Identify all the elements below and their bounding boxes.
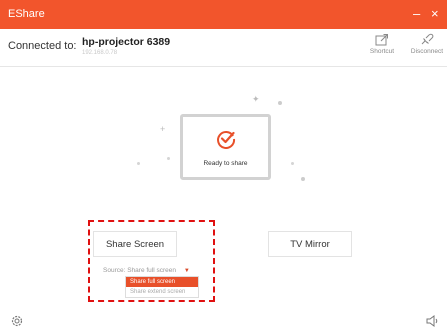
main-panel: ✦ + Ready to share Share Screen TV Mirro…	[0, 67, 447, 331]
device-ip: 192.168.0.78	[82, 50, 118, 56]
close-icon[interactable]: ×	[431, 5, 439, 23]
ready-text: Ready to share	[203, 160, 248, 167]
check-circle-icon	[216, 129, 236, 154]
disconnect-label: Disconnect	[410, 48, 444, 55]
annotation-highlight-box	[88, 220, 215, 302]
dot-decoration	[301, 177, 305, 181]
connected-label: Connected to:	[8, 40, 77, 52]
dot-decoration	[167, 157, 170, 160]
dot-decoration	[137, 162, 140, 165]
dot-decoration	[291, 162, 294, 165]
shortcut-icon	[375, 34, 388, 46]
disconnect-icon	[421, 33, 434, 45]
minimize-icon[interactable]: –	[413, 5, 420, 23]
device-name: hp-projector 6389	[82, 36, 171, 48]
shortcut-button[interactable]: Shortcut	[362, 33, 402, 63]
plus-decoration: +	[160, 124, 166, 134]
title-bar: EShare – ×	[0, 0, 447, 29]
shortcut-label: Shortcut	[369, 48, 395, 55]
dot-decoration	[278, 101, 282, 105]
sparkle-decoration: ✦	[252, 94, 260, 104]
app-title: EShare	[8, 8, 45, 20]
ready-screen-illustration: Ready to share	[180, 114, 271, 180]
connection-header: Connected to: hp-projector 6389 192.168.…	[0, 29, 447, 66]
settings-icon[interactable]	[10, 314, 24, 333]
speaker-icon[interactable]	[425, 314, 441, 333]
tv-mirror-button[interactable]: TV Mirror	[268, 231, 352, 257]
disconnect-button[interactable]: Disconnect	[407, 33, 447, 63]
